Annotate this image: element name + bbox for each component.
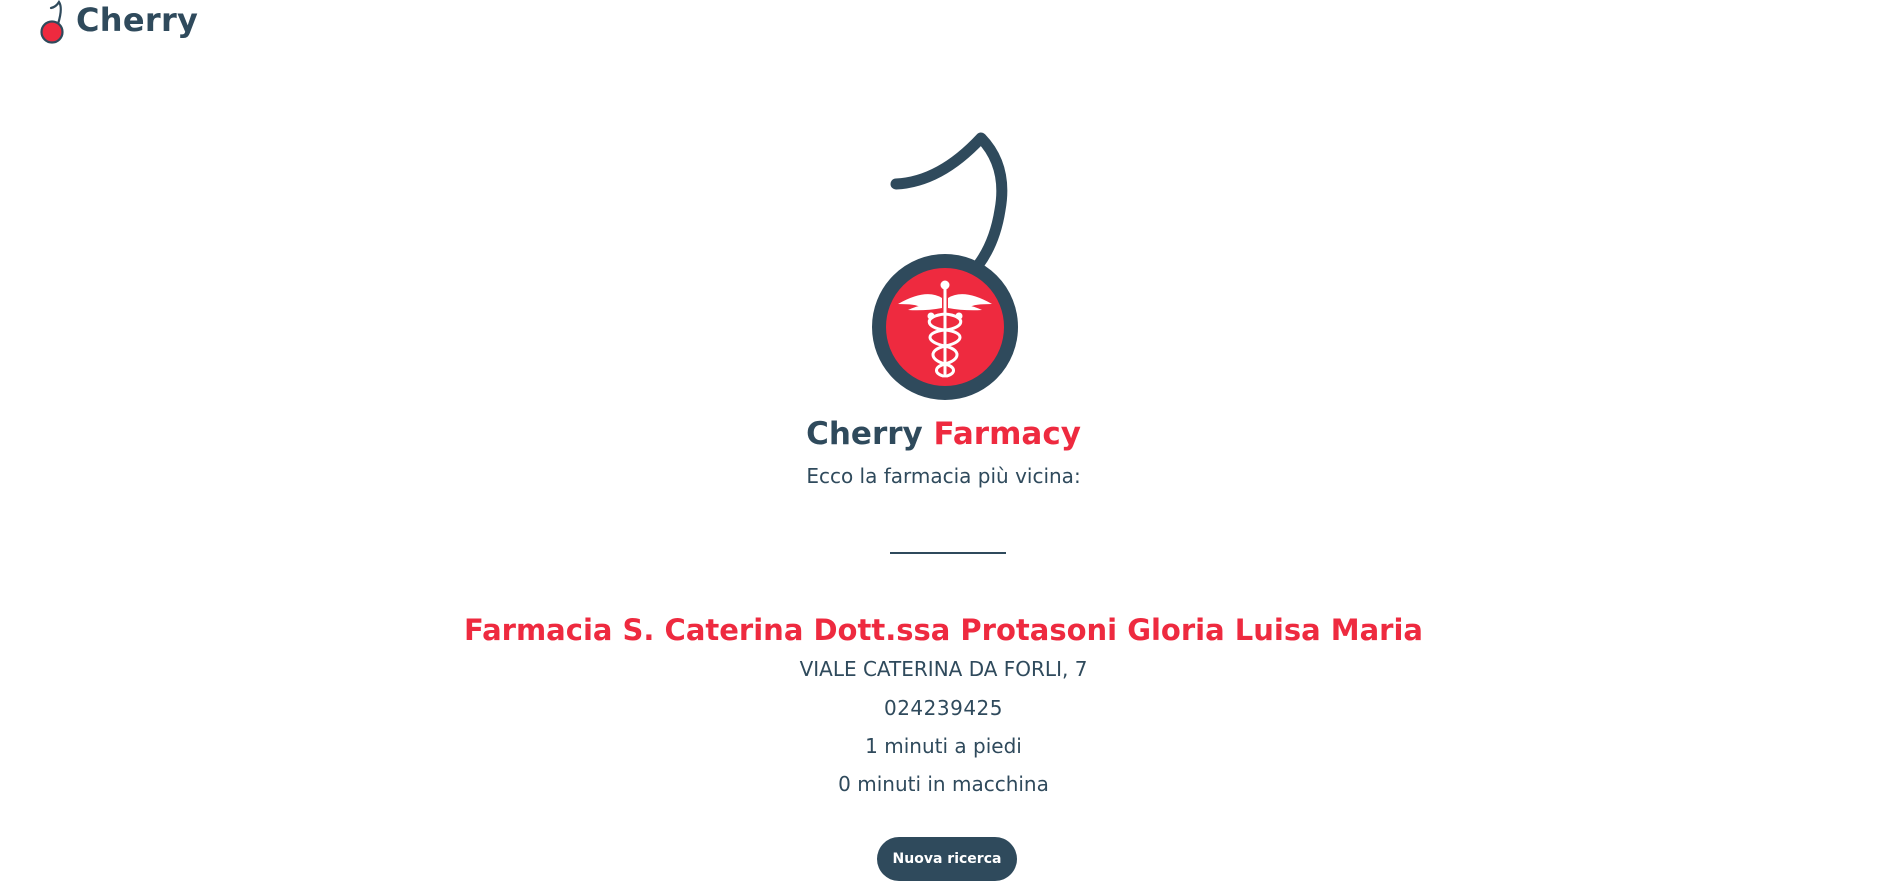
- app-title-accent: Farmacy: [933, 416, 1081, 452]
- main-content: Cherry Farmacy Ecco la farmacia più vici…: [0, 0, 1887, 883]
- walking-time: 1 minuti a piedi: [865, 734, 1022, 758]
- app-title: Cherry Farmacy: [0, 416, 1887, 452]
- subtitle: Ecco la farmacia più vicina:: [806, 464, 1081, 488]
- driving-time: 0 minuti in macchina: [838, 772, 1049, 796]
- app-title-primary: Cherry: [806, 416, 923, 452]
- pharmacy-address: VIALE CATERINA DA FORLI, 7: [799, 657, 1088, 681]
- pharmacy-name: Farmacia S. Caterina Dott.ssa Protasoni …: [463, 613, 1423, 647]
- pharmacy-phone: 024239425: [883, 696, 1004, 720]
- cherry-caduceus-icon: [872, 132, 1018, 400]
- divider: [890, 552, 1006, 554]
- new-search-button[interactable]: Nuova ricerca: [877, 837, 1017, 881]
